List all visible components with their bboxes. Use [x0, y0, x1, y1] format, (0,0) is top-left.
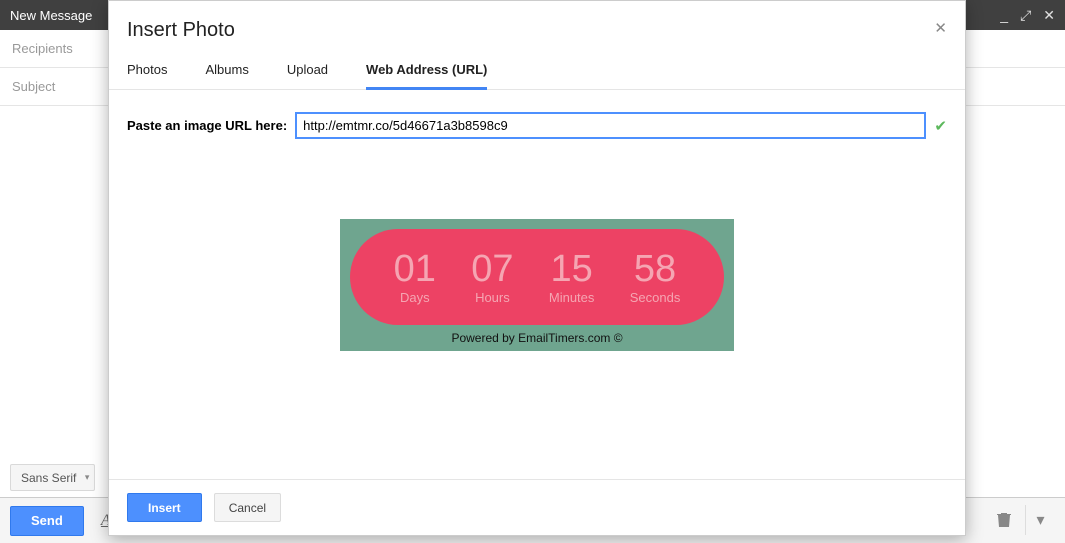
minimize-icon[interactable]: _: [1000, 7, 1008, 23]
url-label: Paste an image URL here:: [127, 118, 287, 133]
countdown-seconds: 58 Seconds: [630, 250, 681, 305]
send-button[interactable]: Send: [10, 506, 84, 536]
recipients-placeholder: Recipients: [12, 41, 73, 56]
tab-web-address[interactable]: Web Address (URL): [366, 62, 487, 90]
countdown-days: 01 Days: [394, 250, 436, 305]
subject-placeholder: Subject: [12, 79, 55, 94]
modal-title: Insert Photo: [127, 19, 235, 41]
countdown-hours: 07 Hours: [471, 250, 513, 305]
more-options-icon[interactable]: ▾: [1025, 505, 1055, 535]
cancel-button[interactable]: Cancel: [214, 493, 281, 522]
modal-tabs: Photos Albums Upload Web Address (URL): [109, 48, 965, 90]
image-preview: 01 Days 07 Hours 15 Minutes 58 Seconds P…: [340, 219, 734, 351]
image-url-input[interactable]: [295, 112, 926, 139]
font-family-select[interactable]: Sans Serif: [10, 464, 95, 491]
days-label: Days: [394, 290, 436, 305]
close-compose-icon[interactable]: ✕: [1043, 7, 1055, 24]
valid-checkmark-icon: ✔: [934, 117, 947, 135]
close-icon[interactable]: ✕: [934, 19, 947, 37]
modal-footer: Insert Cancel: [109, 479, 965, 535]
minutes-label: Minutes: [549, 290, 595, 305]
tab-albums[interactable]: Albums: [205, 62, 248, 89]
countdown-pill: 01 Days 07 Hours 15 Minutes 58 Seconds: [350, 229, 724, 325]
font-family-label: Sans Serif: [21, 471, 76, 485]
days-value: 01: [394, 250, 436, 288]
seconds-label: Seconds: [630, 290, 681, 305]
hours-label: Hours: [471, 290, 513, 305]
hours-value: 07: [471, 250, 513, 288]
powered-by-text: Powered by EmailTimers.com ©: [350, 325, 724, 349]
minutes-value: 15: [549, 250, 595, 288]
trash-icon[interactable]: [989, 505, 1019, 535]
insert-photo-modal: Insert Photo ✕ Photos Albums Upload Web …: [108, 0, 966, 536]
countdown-minutes: 15 Minutes: [549, 250, 595, 305]
popout-icon[interactable]: ⤢: [1020, 7, 1031, 24]
tab-photos[interactable]: Photos: [127, 62, 167, 89]
tab-upload[interactable]: Upload: [287, 62, 328, 89]
insert-button[interactable]: Insert: [127, 493, 202, 522]
compose-title: New Message: [10, 8, 92, 23]
seconds-value: 58: [630, 250, 681, 288]
